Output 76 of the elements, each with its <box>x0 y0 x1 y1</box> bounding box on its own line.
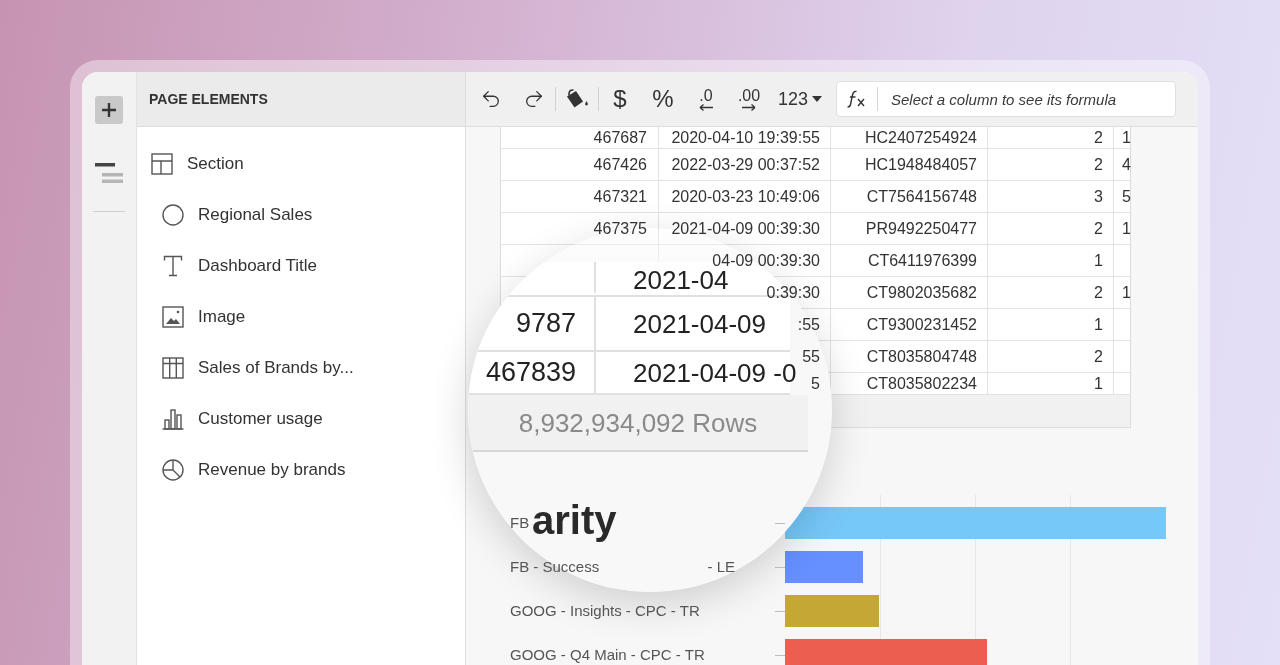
image-icon <box>162 305 184 328</box>
formula-field[interactable]: Select a column to see its formula <box>836 81 1176 117</box>
panel-title: PAGE ELEMENTS <box>149 89 268 109</box>
table-cell: CT7564156748 <box>831 181 988 212</box>
bar-label: FB <box>510 512 530 533</box>
bar-label: GOOG - Insights - CPC - TR <box>510 600 700 621</box>
table-cell: 1 <box>988 373 1114 394</box>
table-cell: 1 <box>988 245 1114 276</box>
chart-title: arity <box>532 498 617 542</box>
table-cell-text: 1 <box>1121 282 1131 303</box>
circle-icon <box>162 203 184 226</box>
axis-tick <box>775 522 785 524</box>
table-cell: 1 <box>988 309 1114 340</box>
left-arrow-icon <box>699 103 713 111</box>
caret-icon <box>812 96 822 102</box>
decrease-decimals-button[interactable]: .0 <box>689 81 723 117</box>
table-cell: CT9802035682 <box>831 277 988 308</box>
pie-chart-icon <box>162 458 184 481</box>
table-cell-text: 1 <box>1121 127 1131 148</box>
table-cell: 2021-04-09 00:39:30 <box>659 213 831 244</box>
table-icon <box>162 356 184 379</box>
page-element-item[interactable]: Section <box>151 150 244 177</box>
plus-icon <box>101 102 117 118</box>
table-cell: CT8035804748 <box>831 341 988 372</box>
bar-label: FB - Success <box>510 556 600 577</box>
page-element-item[interactable]: Image <box>162 303 246 330</box>
layout-icon <box>151 152 173 175</box>
bar-label: - LE <box>707 556 735 577</box>
right-arrow-icon <box>742 103 756 111</box>
table-cell-text: 1 <box>1121 218 1131 239</box>
table-cell-text: 5 <box>1121 186 1131 207</box>
bar-label: GOOG - Q4 Main - CPC - TR <box>510 644 705 665</box>
table-cell: 2 <box>988 127 1114 148</box>
table-cell-text: 9787 <box>514 307 577 340</box>
paint-bucket-icon <box>565 89 589 109</box>
text-icon <box>162 254 184 277</box>
redo-icon <box>523 88 545 110</box>
page-element-item[interactable]: Customer usage <box>162 405 323 432</box>
page-element-item[interactable]: Revenue by brands <box>162 456 346 483</box>
row-count: 8,932,934,092 Rows <box>518 409 758 436</box>
table-cell: 2 <box>988 149 1114 180</box>
undo-icon <box>480 88 502 110</box>
table-cell: CT8035802234 <box>831 373 988 394</box>
table-cell: 2 <box>988 341 1114 372</box>
axis-tick <box>775 654 785 656</box>
function-icon <box>846 90 867 108</box>
axis-tick <box>775 566 785 568</box>
table-cell: 3 <box>988 181 1114 212</box>
increase-decimals-button[interactable]: .00 <box>732 81 766 117</box>
table-cell: 2 <box>988 213 1114 244</box>
table-cell: 467426 <box>501 149 659 180</box>
table-cell: HC2407254924 <box>831 127 988 148</box>
number-format-button[interactable]: 123 <box>775 81 825 117</box>
table-cell-text: 4 <box>1121 154 1131 175</box>
add-button[interactable] <box>95 96 123 124</box>
table-cell: 2020-03-23 10:49:06 <box>659 181 831 212</box>
axis-tick <box>775 610 785 612</box>
bar-chart-icon <box>162 407 184 430</box>
page-element-item[interactable]: Regional Sales <box>162 201 313 228</box>
table-cell: 2020-04-10 19:39:55 <box>659 127 831 148</box>
page-element-item[interactable]: Sales of Brands by... <box>162 354 354 381</box>
table-cell: 467321 <box>501 181 659 212</box>
page-element-item[interactable]: Dashboard Title <box>162 252 318 279</box>
lines-icon <box>95 163 123 183</box>
table-cell: 2 <box>988 277 1114 308</box>
percent-button[interactable]: % <box>646 81 680 117</box>
table-cell: HC1948484057 <box>831 149 988 180</box>
table-cell: 467375 <box>501 213 659 244</box>
table-cell: CT6411976399 <box>831 245 988 276</box>
table-cell: 467687 <box>501 127 659 148</box>
table-cell-text: 467839 <box>484 356 577 389</box>
table-cell: CT9300231452 <box>831 309 988 340</box>
table-cell: 2022-03-29 00:37:52 <box>659 149 831 180</box>
outline-button[interactable] <box>95 163 123 183</box>
table-cell: PR9492250477 <box>831 213 988 244</box>
currency-button[interactable]: $ <box>603 81 637 117</box>
